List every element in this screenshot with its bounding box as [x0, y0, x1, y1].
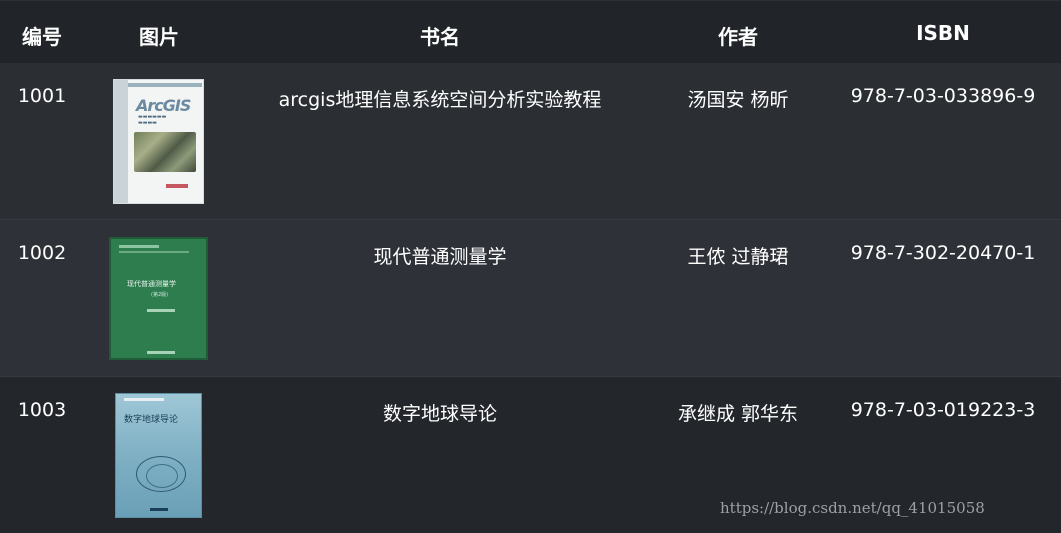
cover-stripe [119, 245, 159, 248]
book-title: 数字地球导论 [382, 403, 497, 425]
cover-title: 数字地球导论 [124, 415, 179, 425]
cover-title: 现代普通测量学 [127, 280, 176, 288]
cover-logo: ArcGIS [136, 96, 191, 115]
book-title: 现代普通测量学 [373, 246, 507, 268]
header-title: 书名 [420, 25, 460, 49]
cover-publisher-mark [150, 508, 168, 511]
table-row: 1002 现代普通测量学 (第2版) 现代普通测量学 王侬 过静珺 978-7-… [0, 219, 1061, 376]
book-cover-image[interactable]: ArcGIS ▬▬▬▬▬▬ ▬▬▬▬ [113, 79, 204, 204]
table-header: 编号 图片 书名 作者 ISBN [0, 0, 1061, 63]
cover-publisher-mark [166, 184, 188, 188]
book-isbn: 978-7-302-20470-1 [850, 242, 1036, 264]
book-isbn: 978-7-03-033896-9 [850, 85, 1036, 107]
cover-edition: (第2版) [151, 292, 169, 298]
table-row: 1001 ArcGIS ▬▬▬▬▬▬ ▬▬▬▬ arcgis地理信息系统空间分析实… [0, 63, 1061, 219]
book-author: 王侬 过静珺 [687, 246, 789, 268]
book-title: arcgis地理信息系统空间分析实验教程 [278, 89, 602, 111]
header-image: 图片 [139, 25, 179, 49]
book-author: 汤国安 杨昕 [687, 89, 789, 111]
cover-line [119, 251, 189, 253]
header-isbn: ISBN [916, 21, 970, 45]
books-table: 编号 图片 书名 作者 ISBN 1001 ArcGIS ▬▬▬▬▬▬ ▬▬▬▬ … [0, 0, 1061, 533]
book-id: 1001 [17, 85, 67, 107]
cover-publisher-mark [147, 351, 175, 354]
cover-picture [134, 132, 196, 172]
cover-tag [124, 398, 164, 401]
cover-topbar [128, 83, 202, 87]
header-id: 编号 [22, 25, 62, 49]
cover-orbit-graphic-inner [146, 464, 178, 488]
book-id: 1003 [17, 399, 67, 421]
book-cover-image[interactable]: 现代普通测量学 (第2版) [109, 237, 208, 360]
watermark-url: https://blog.csdn.net/qq_41015058 [720, 499, 985, 517]
book-isbn: 978-7-03-019223-3 [850, 399, 1036, 421]
cover-author-mark [147, 309, 175, 312]
book-cover-image[interactable]: 数字地球导论 [115, 393, 202, 518]
cover-spine [114, 80, 128, 203]
cover-subtitle-lines: ▬▬▬▬▬▬ ▬▬▬▬ [138, 114, 167, 126]
header-author: 作者 [718, 25, 758, 49]
book-id: 1002 [17, 242, 67, 264]
book-author: 承继成 郭华东 [677, 403, 799, 425]
